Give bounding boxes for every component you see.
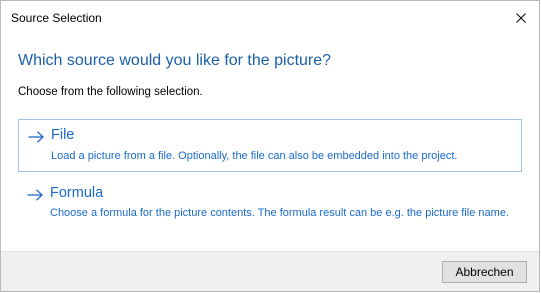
arrow-right-icon bbox=[28, 131, 44, 143]
option-title: Formula bbox=[50, 185, 104, 201]
cancel-button[interactable]: Abbrechen bbox=[442, 261, 527, 283]
option-description: Load a picture from a file. Optionally, … bbox=[51, 150, 458, 162]
source-selection-dialog: Source Selection Which source would you … bbox=[0, 0, 540, 292]
option-formula[interactable]: Formula Choose a formula for the picture… bbox=[18, 179, 522, 242]
window-title: Source Selection bbox=[11, 11, 102, 25]
option-description: Choose a formula for the picture content… bbox=[50, 207, 509, 219]
main-instruction: Which source would you like for the pict… bbox=[18, 52, 332, 69]
option-title: File bbox=[51, 127, 75, 143]
option-file[interactable]: File Load a picture from a file. Optiona… bbox=[18, 119, 522, 172]
button-footer: Abbrechen bbox=[1, 251, 539, 291]
arrow-right-icon bbox=[27, 189, 43, 201]
close-button[interactable] bbox=[503, 1, 539, 34]
content-text: Choose from the following selection. bbox=[18, 86, 203, 98]
close-icon bbox=[516, 12, 526, 23]
title-bar: Source Selection bbox=[1, 1, 539, 34]
